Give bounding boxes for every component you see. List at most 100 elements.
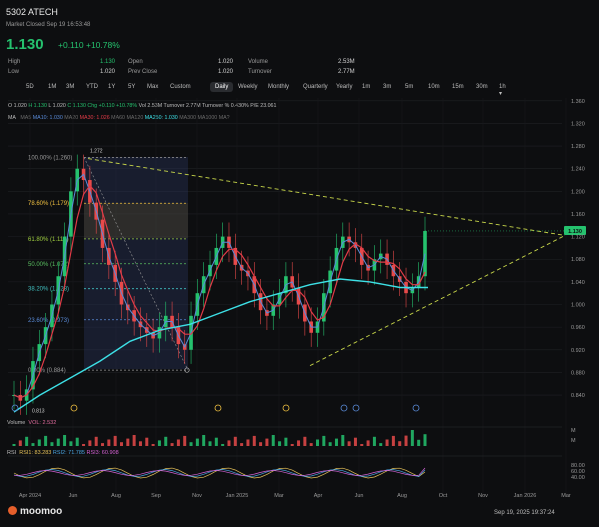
volume-bar [37, 439, 41, 446]
event-marker-icon [340, 404, 348, 412]
volume-bar [12, 444, 16, 446]
y-tick-label: 1.240 [571, 167, 585, 173]
y-tick-label: 1.080 [571, 257, 585, 263]
volume-bar [157, 440, 161, 446]
volume-bar [341, 435, 345, 446]
y-tick-label: 1.360 [571, 99, 585, 105]
rsi3-value: RSI3: 60.908 [86, 450, 119, 456]
volume-bar [360, 444, 364, 446]
event-marker-icon [282, 404, 290, 412]
low-marker-label: 0.813 [32, 408, 45, 414]
y-tick-label: 1.320 [571, 121, 585, 127]
volume-bar [297, 440, 301, 446]
volume-bar [164, 436, 168, 446]
fib-level-label: 61.80% (1.116) [28, 237, 69, 243]
volume-bar [316, 439, 320, 446]
volume-bar [75, 437, 79, 446]
volume-bar [391, 435, 395, 446]
volume-bar [94, 436, 98, 446]
fib-level-label: 100.00% (1.260) [28, 155, 72, 161]
vol-tick-label: M [571, 438, 576, 444]
rsi-legend: RSI RSI1: 83.283 RSI2: 71.785 RSI3: 60.9… [7, 450, 119, 456]
volume-bar [417, 439, 421, 446]
volume-bar [347, 441, 351, 446]
event-marker-icon [352, 404, 360, 412]
volume-bar [404, 435, 408, 446]
volume-bar [31, 443, 35, 446]
volume-bar [145, 437, 149, 446]
volume-bar [410, 430, 414, 446]
y-tick-label: 0.880 [571, 370, 585, 376]
rsi1-value: RSI1: 83.283 [19, 450, 52, 456]
volume-bar [271, 435, 275, 446]
event-marker-icon [70, 404, 78, 412]
y-tick-label: 1.200 [571, 189, 585, 195]
price-chart[interactable]: 100.00% (1.260) 78.60% (1.179) 61.80% (1.1… [0, 0, 599, 527]
volume-bar [240, 443, 244, 446]
volume-bar [25, 436, 29, 446]
volume-bar [44, 435, 48, 446]
volume-bar [252, 435, 256, 446]
volume-bar [202, 435, 206, 446]
moomoo-logo-icon [8, 506, 17, 515]
volume-bar [233, 436, 237, 446]
volume-bar [227, 440, 231, 446]
volume-bar [322, 435, 326, 446]
y-tick-label: 1.000 [571, 303, 585, 309]
event-marker-icon [11, 404, 19, 412]
x-tick-label: Apr [314, 493, 323, 499]
x-tick-label: Sep [151, 493, 161, 499]
ma250-line [13, 278, 428, 413]
x-tick-label: Apr 2024 [19, 493, 41, 499]
volume-bar [69, 441, 73, 446]
x-tick-label: Jun [69, 493, 78, 499]
ma10-line [13, 173, 426, 399]
volume-bar [265, 438, 269, 446]
y-tick-label: 0.920 [571, 348, 585, 354]
lower-trend-line [309, 235, 566, 367]
volume-bar [303, 436, 307, 446]
volume-bar [88, 440, 92, 446]
volume-bar [176, 439, 180, 446]
volume-bar [246, 439, 250, 446]
x-tick-label: Jan 2025 [226, 493, 249, 499]
vol-tick-label: M [571, 428, 576, 434]
volume-bar [284, 437, 288, 446]
y-tick-label: 1.120 [571, 235, 585, 241]
rsi2-value: RSI2: 71.785 [52, 450, 85, 456]
rsi-panel-label: RSI [7, 450, 17, 456]
volume-bar [278, 441, 282, 446]
footer-timestamp: Sep 19, 2025 19:37:24 [494, 510, 555, 516]
candle-body [423, 230, 427, 277]
x-tick-label: Aug [111, 493, 121, 499]
volume-bar [170, 443, 174, 446]
volume-bar [379, 443, 383, 446]
volume-bar [119, 442, 123, 446]
x-tick-label: Oct [439, 493, 448, 499]
volume-bar [385, 439, 389, 446]
volume-bar [309, 443, 313, 446]
y-tick-label: 0.960 [571, 325, 585, 331]
volume-panel-label: Volume [7, 420, 26, 426]
volume-bar [183, 435, 187, 446]
high-marker-label: 1.272 [90, 149, 103, 155]
x-tick-label: Nov [478, 493, 488, 499]
x-tick-label: Nov [192, 493, 202, 499]
fib-level-label: 78.60% (1.179) [28, 201, 69, 207]
logo-text: moomoo [20, 506, 63, 517]
volume-bar [107, 439, 111, 446]
y-tick-label: 1.160 [571, 212, 585, 218]
volume-bar [214, 437, 218, 446]
volume-bar [195, 438, 199, 446]
x-tick-label: Mar [274, 493, 284, 499]
fib-range-shade [84, 157, 188, 369]
volume-bar [189, 442, 193, 446]
volume-bar [372, 436, 376, 446]
y-tick-label: 1.040 [571, 280, 585, 286]
volume-bar [398, 441, 402, 446]
volume-bar [132, 435, 136, 446]
volume-bar [63, 435, 67, 446]
volume-bar [290, 444, 294, 446]
y-tick-label: 0.840 [571, 393, 585, 399]
rsi-tick-label: 40.00 [571, 475, 585, 481]
